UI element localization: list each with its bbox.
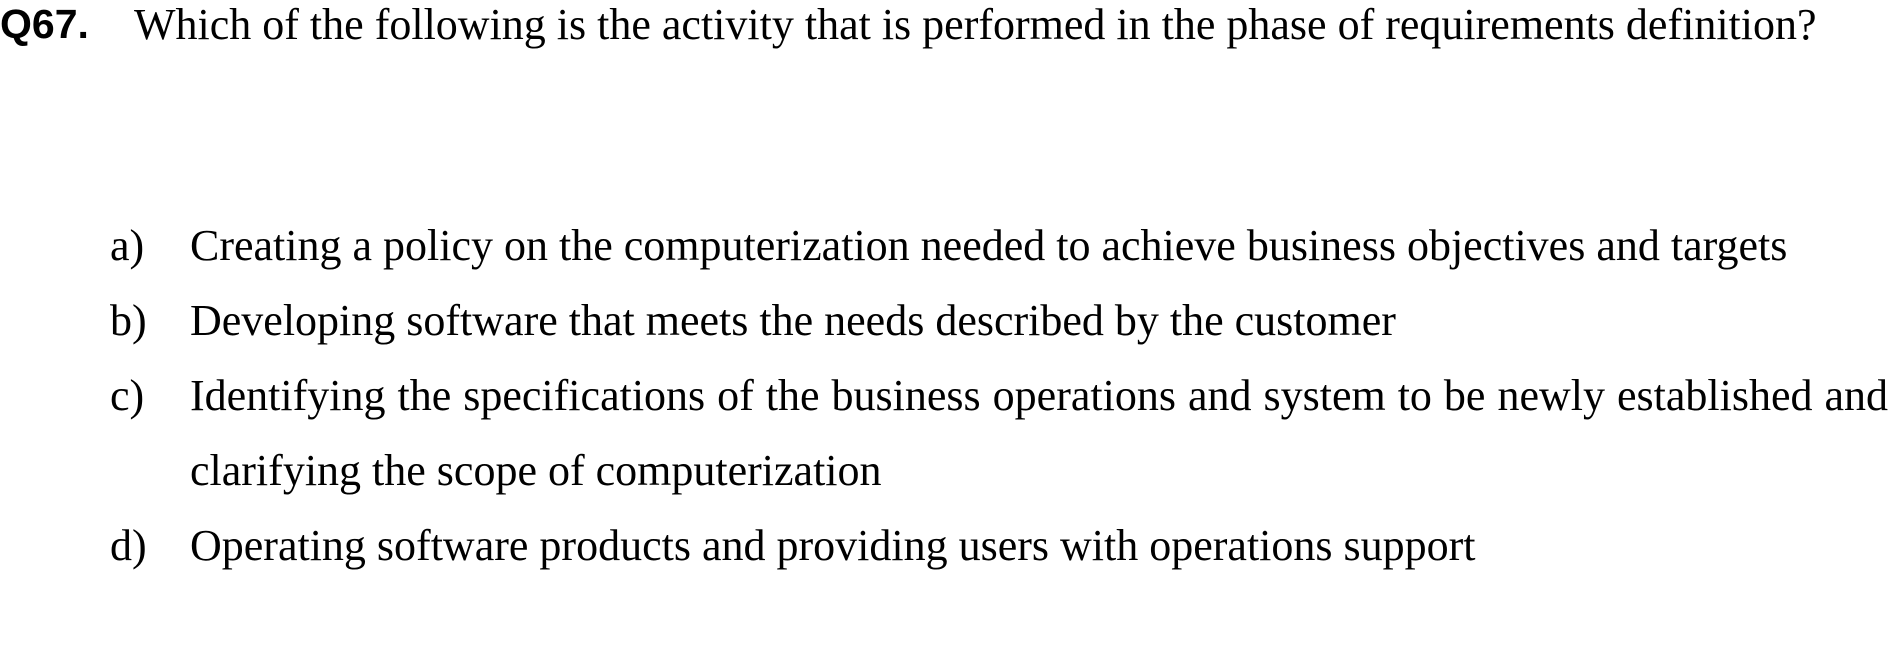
option-letter: a) (110, 221, 145, 270)
question-number: Q67. (0, 1, 89, 47)
answer-options: a) Creating a policy on the computerizat… (110, 208, 1888, 583)
option-text: Operating software products and providin… (190, 521, 1476, 570)
question-page: Q67. Which of the following is the activ… (0, 0, 1888, 647)
option-c: c) Identifying the specifications of the… (110, 358, 1888, 508)
option-d: d) Operating software products and provi… (110, 508, 1888, 583)
option-a: a) Creating a policy on the computerizat… (110, 208, 1888, 283)
option-text: Creating a policy on the computerization… (190, 221, 1788, 270)
option-letter: b) (110, 296, 147, 345)
option-b: b) Developing software that meets the ne… (110, 283, 1888, 358)
option-letter: c) (110, 371, 145, 420)
question-text: Which of the following is the activity t… (134, 0, 1817, 49)
option-text: Developing software that meets the needs… (190, 296, 1396, 345)
option-letter: d) (110, 521, 147, 570)
option-text: Identifying the specifications of the bu… (190, 371, 1888, 495)
